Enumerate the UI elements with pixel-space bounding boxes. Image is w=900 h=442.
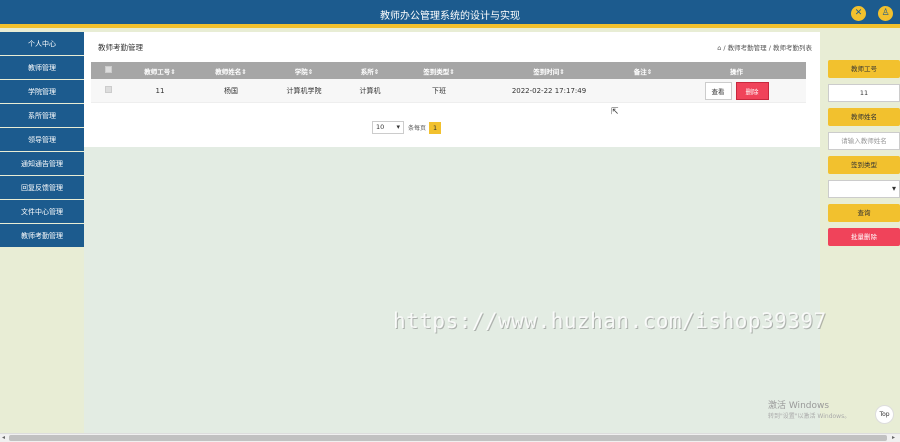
row-checkbox[interactable] (91, 86, 125, 95)
scrollbar-thumb[interactable] (9, 435, 887, 441)
main-area: 教师考勤管理 ⌂ / 教师考勤管理 / 教师考勤列表 教师工号⇕ 教师姓名⇕ 学… (84, 32, 820, 442)
cell-college: 计算机学院 (286, 86, 322, 95)
attendance-table: 教师工号⇕ 教师姓名⇕ 学院⇕ 系所⇕ 签到类型⇕ 签到时间⇕ 备注⇕ 操作 1… (91, 62, 806, 103)
sidebar-item-college[interactable]: 学院管理 (0, 80, 84, 104)
content-panel: 教师考勤管理 ⌂ / 教师考勤管理 / 教师考勤列表 教师工号⇕ 教师姓名⇕ 学… (84, 32, 820, 147)
teacher-name-input[interactable]: 请输入教师姓名 (828, 132, 900, 150)
per-page-label: 条每页 (408, 125, 427, 132)
sidebar-item-department[interactable]: 系所管理 (0, 104, 84, 128)
cell-sign-time: 2022-02-22 17:17:49 (511, 86, 587, 95)
settings-icon[interactable]: ✕ (851, 6, 866, 21)
col-sign-time[interactable]: 签到时间⇕ (479, 66, 619, 76)
app-title: 教师办公管理系统的设计与实现 (380, 11, 520, 22)
mouse-cursor-icon: ⇱ (611, 107, 619, 117)
delete-button[interactable]: 删除 (735, 81, 769, 100)
page-title: 教师考勤管理 (98, 43, 143, 52)
sidebar-item-feedback[interactable]: 回复反馈管理 (0, 176, 84, 200)
table-header: 教师工号⇕ 教师姓名⇕ 学院⇕ 系所⇕ 签到类型⇕ 签到时间⇕ 备注⇕ 操作 (91, 62, 806, 79)
sidebar-item-notice[interactable]: 通知通告管理 (0, 152, 84, 176)
cell-sign-type: 下班 (432, 86, 446, 95)
col-teacher-id[interactable]: 教师工号⇕ (125, 66, 195, 76)
teacher-name-label: 教师姓名 (828, 108, 900, 126)
cell-teacher-name: 杨国 (224, 86, 238, 95)
search-panel: 教师工号 11 教师姓名 请输入教师姓名 签到类型 查询 批量删除 (828, 60, 900, 252)
sidebar-item-teacher[interactable]: 教师管理 (0, 56, 84, 80)
select-all-checkbox[interactable] (91, 66, 125, 75)
teacher-id-label: 教师工号 (828, 60, 900, 78)
windows-activation-title: 激活 Windows (768, 401, 830, 411)
col-remark[interactable]: 备注⇕ (619, 66, 667, 76)
watermark-text: https://www.huzhan.com/ishop39397 (393, 309, 827, 333)
windows-activation-hint: 转到"设置"以激活 Windows。 (768, 413, 851, 420)
sign-type-select[interactable] (828, 180, 900, 198)
sign-type-label: 签到类型 (828, 156, 900, 174)
sidebar-item-attendance[interactable]: 教师考勤管理 (0, 224, 84, 248)
col-actions: 操作 (730, 67, 743, 76)
view-button[interactable]: 查看 (704, 81, 732, 100)
query-button[interactable]: 查询 (828, 204, 900, 222)
breadcrumb[interactable]: ⌂ / 教师考勤管理 / 教师考勤列表 (717, 42, 812, 52)
cell-actions: 查看 删除 (667, 81, 806, 100)
col-sign-type[interactable]: 签到类型⇕ (399, 66, 479, 76)
horizontal-scrollbar[interactable]: ◂ ▸ (0, 433, 900, 442)
teacher-id-input[interactable]: 11 (828, 84, 900, 102)
sidebar-item-leader[interactable]: 领导管理 (0, 128, 84, 152)
col-department[interactable]: 系所⇕ (341, 66, 399, 76)
cell-teacher-id: 11 (155, 86, 165, 95)
scroll-left-icon[interactable]: ◂ (2, 434, 5, 441)
scroll-right-icon[interactable]: ▸ (892, 434, 895, 441)
sidebar: 个人中心 教师管理 学院管理 系所管理 领导管理 通知通告管理 回复反馈管理 文… (0, 32, 84, 442)
table-row: 11 杨国 计算机学院 计算机 下班 2022-02-22 17:17:49 查… (91, 79, 806, 103)
col-college[interactable]: 学院⇕ (267, 66, 341, 76)
sidebar-item-personal-center[interactable]: 个人中心 (0, 32, 84, 56)
user-icon[interactable]: ♙ (878, 6, 893, 21)
pagination: 10 条每页 1 (372, 121, 442, 134)
back-to-top-button[interactable]: Top (875, 405, 894, 424)
app-header: 教师办公管理系统的设计与实现 ✕ ♙ (0, 0, 900, 28)
page-size-select[interactable]: 10 (372, 121, 404, 134)
page-button-current[interactable]: 1 (429, 121, 442, 134)
batch-delete-button[interactable]: 批量删除 (828, 228, 900, 246)
sidebar-item-files[interactable]: 文件中心管理 (0, 200, 84, 224)
col-teacher-name[interactable]: 教师姓名⇕ (195, 66, 267, 76)
cell-department: 计算机 (359, 86, 381, 95)
